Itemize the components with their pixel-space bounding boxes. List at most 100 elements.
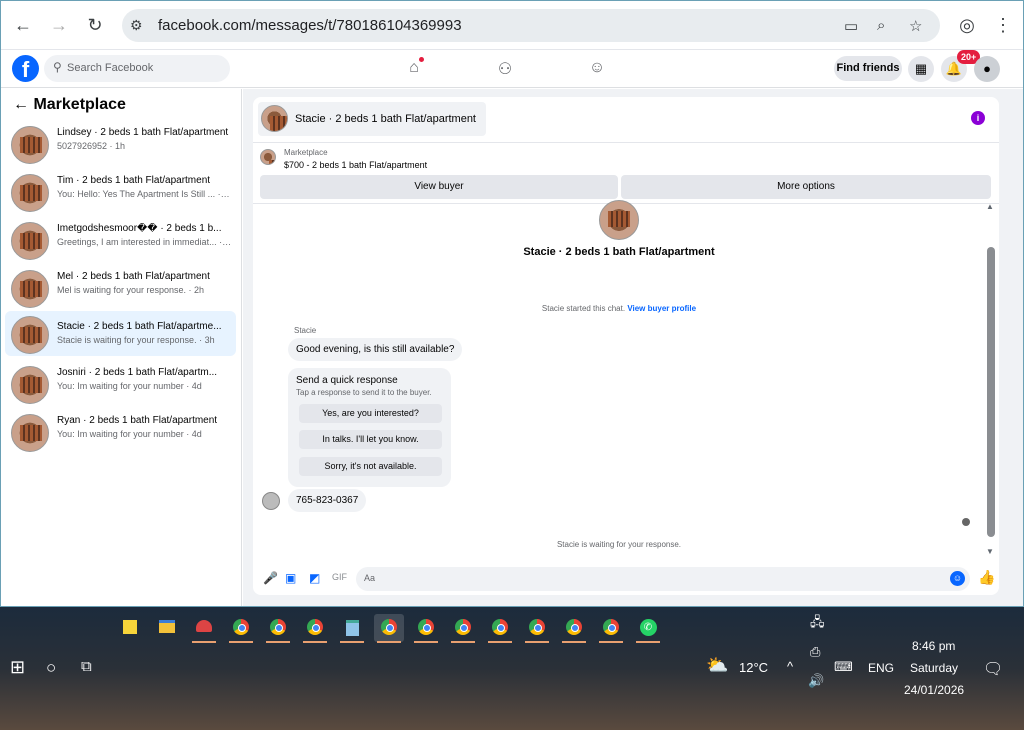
conversation-item[interactable]: Lindsey · 2 beds 1 bath Flat/apartment 50…	[5, 123, 236, 168]
menu-grid-icon[interactable]: ▦	[908, 56, 934, 82]
chrome-icon[interactable]	[263, 614, 293, 643]
chrome-icon[interactable]	[448, 614, 478, 643]
find-friends-button[interactable]: Find friends	[834, 56, 902, 81]
conversation-item[interactable]: Josniri · 2 beds 1 bath Flat/apartm... Yo…	[5, 363, 236, 408]
listing-thumbnail	[11, 316, 49, 354]
language-indicator[interactable]: ENG	[868, 661, 894, 675]
back-arrow-icon[interactable]: ←	[13, 96, 29, 113]
sender-avatar[interactable]	[262, 492, 280, 510]
chat-area: Stacie · 2 beds 1 bath Flat/apartment i …	[243, 89, 1023, 606]
task-view-icon[interactable]: ⧉	[81, 658, 92, 675]
running-indicator	[525, 641, 549, 643]
composer: 🎤 ▣ ◩ GIF Aa ☺ 👍	[253, 563, 999, 595]
forward-icon[interactable]: →	[49, 15, 69, 35]
started-text: Stacie started this chat.	[541, 304, 626, 313]
windows-start-icon[interactable]: ⊞	[10, 657, 25, 678]
quick-reply-button[interactable]: Yes, are you interested?	[299, 404, 442, 423]
scroll-thumb[interactable]	[987, 247, 995, 537]
weather-icon[interactable]: ⛅	[706, 655, 728, 676]
running-indicator	[303, 641, 327, 643]
chat-scrollbar[interactable]: ▲ ▼	[986, 202, 995, 556]
sidebar-title-text: Marketplace	[33, 96, 126, 113]
microphone-icon[interactable]: 🎤	[263, 571, 278, 585]
install-icon[interactable]: ▭	[844, 17, 858, 35]
view-buyer-profile-link[interactable]: View buyer profile	[627, 304, 696, 313]
chrome-icon[interactable]	[300, 614, 330, 643]
show-hidden-icons-icon[interactable]: ^	[787, 659, 793, 674]
chrome-icon[interactable]	[411, 614, 441, 643]
notepad-icon[interactable]	[337, 614, 367, 643]
notification-center-icon[interactable]: 🗨	[983, 659, 1003, 679]
message-input-placeholder[interactable]: Aa	[364, 573, 375, 583]
conversation-snippet: You: Hello: Yes The Apartment Is Still .…	[57, 189, 232, 199]
conversation-name: Stacie · 2 beds 1 bath Flat/apartme...	[57, 321, 222, 332]
temperature[interactable]: 12°C	[739, 660, 768, 675]
clock-day[interactable]: Saturday	[910, 661, 958, 675]
scroll-up-icon[interactable]: ▲	[986, 202, 994, 211]
chat-header[interactable]: Stacie · 2 beds 1 bath Flat/apartment	[258, 102, 486, 136]
chrome-icon[interactable]	[226, 614, 256, 643]
conversation-item-selected[interactable]: Stacie · 2 beds 1 bath Flat/apartme... St…	[5, 311, 236, 356]
friends-icon[interactable]: ⚇	[495, 59, 515, 79]
menu-dots-icon[interactable]: ⋮	[993, 15, 1013, 35]
conversation-item[interactable]: Mel · 2 beds 1 bath Flat/apartment Mel is…	[5, 267, 236, 312]
info-icon[interactable]: i	[971, 111, 985, 125]
more-options-button[interactable]: More options	[621, 175, 991, 199]
whatsapp-icon[interactable]: ✆	[633, 614, 663, 643]
scroll-down-icon[interactable]: ▼	[986, 547, 994, 556]
back-icon[interactable]: ←	[13, 15, 33, 35]
conversation-item[interactable]: Ryan · 2 beds 1 bath Flat/apartment You: …	[5, 411, 236, 456]
view-buyer-button[interactable]: View buyer	[260, 175, 618, 199]
listing-thumbnail	[11, 414, 49, 452]
sticker-icon[interactable]: ◩	[309, 571, 320, 585]
network-icon[interactable]: 🖧	[810, 613, 825, 635]
listing-thumbnail-large	[599, 200, 639, 240]
groups-icon[interactable]: ☺	[587, 59, 607, 79]
like-icon[interactable]: 👍	[978, 569, 995, 586]
conversation-item[interactable]: Tim · 2 beds 1 bath Flat/apartment You: H…	[5, 171, 236, 216]
message-input[interactable]: Aa ☺	[356, 567, 970, 591]
chrome-icon-active[interactable]	[374, 614, 404, 643]
listing-title[interactable]: $700 - 2 beds 1 bath Flat/apartment	[284, 160, 427, 170]
conversation-name: Ryan · 2 beds 1 bath Flat/apartment	[57, 415, 218, 426]
clock-time[interactable]: 8:46 pm	[912, 639, 955, 653]
running-indicator	[562, 641, 586, 643]
volume-icon[interactable]: 🔊	[808, 673, 824, 689]
profile-icon[interactable]: ◎	[957, 15, 977, 35]
running-indicator	[599, 641, 623, 643]
account-avatar[interactable]: ●	[974, 56, 1000, 82]
bookmark-star-icon[interactable]: ☆	[909, 17, 922, 35]
zoom-icon[interactable]: ⌕	[877, 17, 885, 34]
quick-response-subtitle: Tap a response to send it to the buyer.	[296, 388, 432, 397]
search-circle-icon[interactable]: ○	[46, 658, 56, 678]
reload-icon[interactable]: ↻	[85, 15, 105, 35]
file-explorer-icon[interactable]	[152, 614, 182, 642]
quick-reply-button[interactable]: Sorry, it's not available.	[299, 457, 442, 476]
facebook-logo[interactable]: f	[12, 55, 39, 82]
conversation-item[interactable]: Imetgodshesmoor�� · 2 beds 1 b... Greetin…	[5, 219, 236, 264]
chrome-icon[interactable]	[559, 614, 589, 643]
clock-date[interactable]: 24/01/2026	[904, 683, 964, 697]
seen-avatar	[962, 518, 970, 526]
photo-icon[interactable]: ▣	[285, 571, 296, 585]
quick-response-card: Send a quick response Tap a response to …	[288, 368, 451, 487]
quick-reply-button[interactable]: In talks. I'll let you know.	[299, 430, 442, 449]
sticky-notes-icon[interactable]	[115, 614, 145, 642]
chrome-icon[interactable]	[485, 614, 515, 643]
site-settings-icon[interactable]: ⚙	[130, 17, 143, 34]
running-indicator	[377, 641, 401, 643]
search-input[interactable]: Search Facebook	[67, 62, 153, 74]
chrome-icon[interactable]	[596, 614, 626, 643]
url-text[interactable]: facebook.com/messages/t/780186104369993	[158, 17, 462, 34]
conversation-name: Imetgodshesmoor�� · 2 beds 1 b...	[57, 223, 222, 234]
camera-icon[interactable]: ⎙	[810, 644, 820, 660]
search-box[interactable]: ⚲ Search Facebook	[44, 55, 230, 82]
listing-thumbnail	[261, 105, 288, 132]
keyboard-icon[interactable]: ⌨	[834, 659, 853, 675]
emoji-icon[interactable]: ☺	[950, 571, 965, 586]
gif-icon[interactable]: GIF	[332, 572, 347, 582]
app-icon[interactable]	[189, 614, 219, 643]
home-icon[interactable]: ⌂	[404, 57, 424, 79]
address-bar[interactable]: ⚙ facebook.com/messages/t/78018610436999…	[122, 9, 940, 42]
chrome-icon[interactable]	[522, 614, 552, 643]
